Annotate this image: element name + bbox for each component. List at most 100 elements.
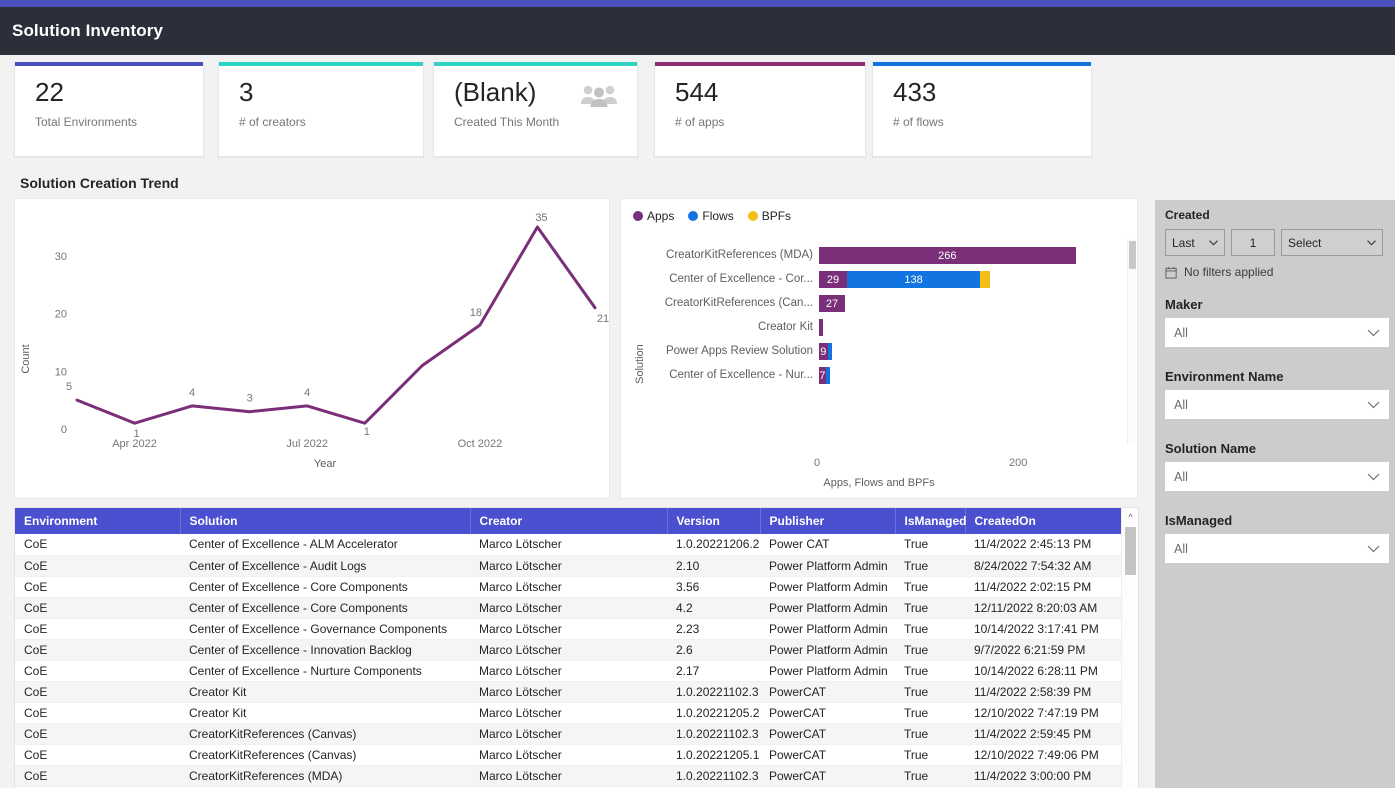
- table-row[interactable]: CoE Center of Excellence - Innovation Bac…: [15, 639, 1133, 661]
- cell-solution: Center of Excellence - ALM Accelerator: [180, 534, 470, 556]
- cell-ismanaged: True: [895, 618, 965, 640]
- legend-item-flows[interactable]: Flows: [688, 209, 734, 223]
- bar-segment-apps[interactable]: 266: [819, 247, 1076, 264]
- table-row[interactable]: CoE Center of Excellence - Audit Logs Marc…: [15, 555, 1133, 577]
- column-header-publisher[interactable]: Publisher: [760, 508, 896, 534]
- kpi-value: 544: [675, 77, 719, 107]
- relative-count-input[interactable]: 1: [1231, 229, 1275, 256]
- cell-version: 2.6: [667, 639, 760, 661]
- kpi-card-created-this-month[interactable]: (Blank) Created This Month: [433, 62, 638, 157]
- relative-count-value: 1: [1249, 235, 1257, 250]
- column-header-creator[interactable]: Creator: [470, 508, 668, 534]
- slicer-dropdown-ismanaged[interactable]: All: [1165, 534, 1389, 563]
- kpi-label: # of apps: [675, 115, 725, 129]
- bar-chart-scrollbar[interactable]: [1127, 239, 1136, 444]
- solution-creation-trend-chart[interactable]: 0 10 20 30 Apr 2022 Jul 2022 Oct 2022 Count Y…: [14, 198, 610, 499]
- table-row[interactable]: CoE CreatorKitReferences (Canvas) Marco Lö…: [15, 723, 1133, 745]
- legend-label: BPFs: [761, 209, 792, 223]
- bar-data-label: 27: [825, 297, 839, 310]
- table-header-row: Environment Solution Creator Version Publish…: [15, 508, 1134, 534]
- cell-createdon: 11/4/2022 3:00:00 PM: [965, 765, 1133, 787]
- cell-solution: CreatorKitReferences (Canvas): [180, 744, 470, 766]
- table-row[interactable]: CoE Center of Excellence - Governance Com…: [15, 618, 1133, 640]
- table-row[interactable]: CoE Center of Excellence - Core Component…: [15, 597, 1133, 619]
- bar-data-label: 7: [819, 369, 826, 382]
- apps-flows-bpfs-by-solution-chart[interactable]: Apps Flows BPFs Solution CreatorKitReferen…: [620, 198, 1138, 499]
- slicer-label-solution-name: Solution Name: [1165, 441, 1257, 456]
- table-row[interactable]: CoE Creator Kit Marco Lötscher 1.0.20221102…: [15, 681, 1133, 703]
- table-row[interactable]: CoE Center of Excellence - ALM Accelerato…: [15, 534, 1133, 556]
- column-header-solution[interactable]: Solution: [180, 508, 471, 534]
- cell-creator: Marco Lötscher: [470, 639, 667, 661]
- kpi-card-of-apps[interactable]: 544 # of apps: [654, 62, 866, 157]
- cell-creator: Marco Lötscher: [470, 744, 667, 766]
- cell-createdon: 11/4/2022 2:59:45 PM: [965, 723, 1133, 745]
- cell-ismanaged: True: [895, 660, 965, 682]
- kpi-card-of-flows[interactable]: 433 # of flows: [872, 62, 1092, 157]
- table-scrollbar[interactable]: ^ ˅: [1121, 508, 1138, 788]
- cell-ismanaged: True: [895, 765, 965, 787]
- column-header-ismanaged[interactable]: IsManaged: [895, 508, 967, 534]
- cell-publisher: Power Platform Admin: [760, 618, 895, 640]
- cell-solution: Center of Excellence - Nurture Component…: [180, 660, 470, 682]
- solution-inventory-table[interactable]: Environment Solution Creator Version Publish…: [14, 507, 1139, 788]
- chevron-down-icon: [1367, 401, 1380, 408]
- cell-creator: Marco Lötscher: [470, 618, 667, 640]
- cell-creator: Marco Lötscher: [470, 702, 667, 724]
- bar-segment-apps[interactable]: [819, 319, 823, 336]
- cell-creator: Marco Lötscher: [470, 576, 667, 598]
- bar-segment-apps[interactable]: 27: [819, 295, 846, 312]
- cell-version: 1.0.20221102.3: [667, 681, 760, 703]
- cell-version: 1.0.20221205.1: [667, 744, 760, 766]
- table-row[interactable]: CoE Center of Excellence - Nurture Compon…: [15, 660, 1133, 682]
- slicer-dropdown-environment-name[interactable]: All: [1165, 390, 1389, 419]
- bar-segment-apps[interactable]: 29: [819, 271, 847, 288]
- table-row[interactable]: CoE Creator Kit Marco Lötscher 1.0.20221205…: [15, 702, 1133, 724]
- bar-data-label: 9: [820, 345, 827, 358]
- legend-item-bpfs[interactable]: BPFs: [747, 209, 792, 223]
- kpi-label: # of flows: [893, 115, 944, 129]
- cell-publisher: PowerCAT: [760, 681, 895, 703]
- cell-publisher: PowerCAT: [760, 744, 895, 766]
- kpi-card-total-environments[interactable]: 22 Total Environments: [14, 62, 204, 157]
- bar-segment-apps[interactable]: 7: [819, 367, 826, 384]
- cell-environment: CoE: [15, 576, 180, 598]
- column-header-environment[interactable]: Environment: [15, 508, 181, 534]
- cell-ismanaged: True: [895, 681, 965, 703]
- chevron-down-icon: [1367, 239, 1376, 245]
- table-row[interactable]: CoE CreatorKitReferences (Canvas) Marco Lö…: [15, 744, 1133, 766]
- scroll-up-icon[interactable]: ^: [1122, 508, 1138, 525]
- kpi-accent-bar: [873, 62, 1091, 66]
- cell-creator: Marco Lötscher: [470, 555, 667, 577]
- kpi-card-of-creators[interactable]: 3 # of creators: [218, 62, 424, 157]
- table-scrollbar-thumb[interactable]: [1125, 527, 1136, 575]
- line-y-tick-label: 0: [61, 424, 67, 436]
- bar-segment-flows[interactable]: [825, 367, 830, 384]
- relative-period-dropdown[interactable]: Select: [1281, 229, 1383, 256]
- bar-segment-flows[interactable]: [827, 343, 832, 360]
- cell-publisher: PowerCAT: [760, 702, 895, 724]
- table-row[interactable]: CoECreatorKitReferences (MDA)Marco Lötsc…: [15, 765, 1133, 787]
- legend-item-apps[interactable]: Apps: [633, 209, 674, 223]
- slicer-value: All: [1174, 541, 1188, 556]
- legend-swatch-icon: [688, 211, 699, 221]
- bar-chart-scrollbar-thumb[interactable]: [1129, 241, 1136, 269]
- cell-solution: Center of Excellence - Core Components: [180, 597, 470, 619]
- chevron-down-icon: [1367, 329, 1380, 336]
- cell-solution: Center of Excellence - Innovation Backlo…: [180, 639, 470, 661]
- relative-operator-dropdown[interactable]: Last: [1165, 229, 1225, 256]
- column-header-version[interactable]: Version: [667, 508, 761, 534]
- data-grid: Environment Solution Creator Version Publish…: [15, 508, 1134, 788]
- bar-segment-bpfs[interactable]: [980, 271, 990, 288]
- bar-category-label: Creator Kit: [758, 321, 813, 333]
- bar-segment-flows[interactable]: 138: [846, 271, 981, 288]
- bar-data-label: 138: [904, 273, 923, 286]
- slicer-dropdown-solution-name[interactable]: All: [1165, 462, 1389, 491]
- bar-segment-apps[interactable]: 9: [819, 343, 828, 360]
- slicer-dropdown-maker[interactable]: All: [1165, 318, 1389, 347]
- cell-publisher: Power Platform Admin: [760, 660, 895, 682]
- legend-swatch-icon: [747, 211, 758, 221]
- filter-pane: Created Last 1 Select No filters applied…: [1155, 200, 1395, 788]
- table-row[interactable]: CoE Center of Excellence - Core Component…: [15, 576, 1133, 598]
- column-header-createdon[interactable]: CreatedOn: [965, 508, 1134, 534]
